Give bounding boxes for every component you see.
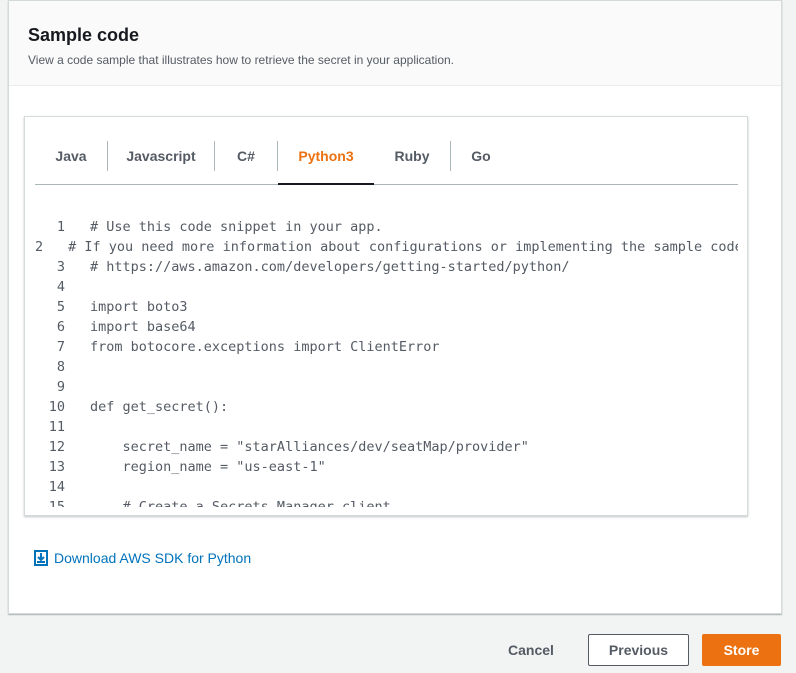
code-text: # Use this code snippet in your app.: [90, 219, 383, 235]
line-number: 15: [48, 499, 65, 507]
download-icon: [34, 550, 48, 566]
code-editor[interactable]: 1 # Use this code snippet in your app. 2 #…: [35, 217, 738, 507]
code-line: 12 secret_name = "starAlliances/dev/seat…: [35, 437, 738, 457]
tab-ruby[interactable]: Ruby: [374, 141, 450, 185]
tab-javascript[interactable]: Javascript: [108, 141, 214, 185]
page-description: View a code sample that illustrates how …: [28, 53, 454, 67]
previous-button[interactable]: Previous: [588, 634, 689, 666]
code-line: 11: [35, 417, 738, 437]
code-line: 15 # Create a Secrets Manager client: [35, 497, 738, 507]
code-text: def get_secret():: [90, 399, 229, 415]
tab-go[interactable]: Go: [451, 141, 511, 185]
line-number: 5: [56, 299, 65, 315]
line-number: 3: [56, 259, 65, 275]
code-line: 3 # https://aws.amazon.com/developers/get…: [35, 257, 738, 277]
code-line: 9: [35, 377, 738, 397]
tab-python3[interactable]: Python3: [278, 141, 374, 185]
code-sample-card: Java Javascript C# Python3 Ruby Go 1 # Us…: [24, 116, 748, 516]
code-line: 7 from botocore.exceptions import ClientE…: [35, 337, 738, 357]
line-number: 7: [56, 339, 65, 355]
line-number: 8: [56, 359, 65, 375]
line-number: 14: [48, 479, 65, 495]
code-text: from botocore.exceptions import ClientEr…: [90, 339, 440, 355]
line-number: 6: [56, 319, 65, 335]
download-sdk-link[interactable]: Download AWS SDK for Python: [34, 550, 251, 566]
store-button[interactable]: Store: [702, 634, 781, 666]
code-line: 4: [35, 277, 738, 297]
cancel-button[interactable]: Cancel: [494, 634, 568, 666]
code-line: 6 import base64: [35, 317, 738, 337]
language-tabs: Java Javascript C# Python3 Ruby Go: [35, 141, 738, 185]
code-text: # Create a Secrets Manager client: [90, 499, 391, 507]
download-sdk-label: Download AWS SDK for Python: [54, 550, 252, 566]
line-number: 12: [48, 439, 65, 455]
line-number: 10: [48, 399, 65, 415]
line-number: 4: [56, 279, 65, 295]
code-line: 14: [35, 477, 738, 497]
line-number: 2: [35, 239, 44, 255]
code-text: region_name = "us-east-1": [90, 459, 326, 475]
code-text: import base64: [90, 319, 196, 335]
code-text: import boto3: [90, 299, 188, 315]
line-number: 9: [56, 379, 65, 395]
line-number: 1: [56, 219, 65, 235]
code-text: secret_name = "starAlliances/dev/seatMap…: [90, 439, 529, 455]
code-line: 8: [35, 357, 738, 377]
code-line: 1 # Use this code snippet in your app.: [35, 217, 738, 237]
code-line: 10 def get_secret():: [35, 397, 738, 417]
tab-csharp[interactable]: C#: [215, 141, 277, 185]
code-line: 2 # If you need more information about co…: [35, 237, 738, 257]
page-title: Sample code: [28, 25, 140, 45]
code-line: 5 import boto3: [35, 297, 738, 317]
code-line: 13 region_name = "us-east-1": [35, 457, 738, 477]
line-number: 11: [48, 419, 65, 435]
tab-java[interactable]: Java: [35, 141, 107, 185]
code-text: # If you need more information about con…: [68, 239, 738, 255]
panel-header: Sample code View a code sample that illu…: [9, 1, 781, 86]
code-text: # https://aws.amazon.com/developers/gett…: [90, 259, 570, 275]
line-number: 13: [48, 459, 65, 475]
